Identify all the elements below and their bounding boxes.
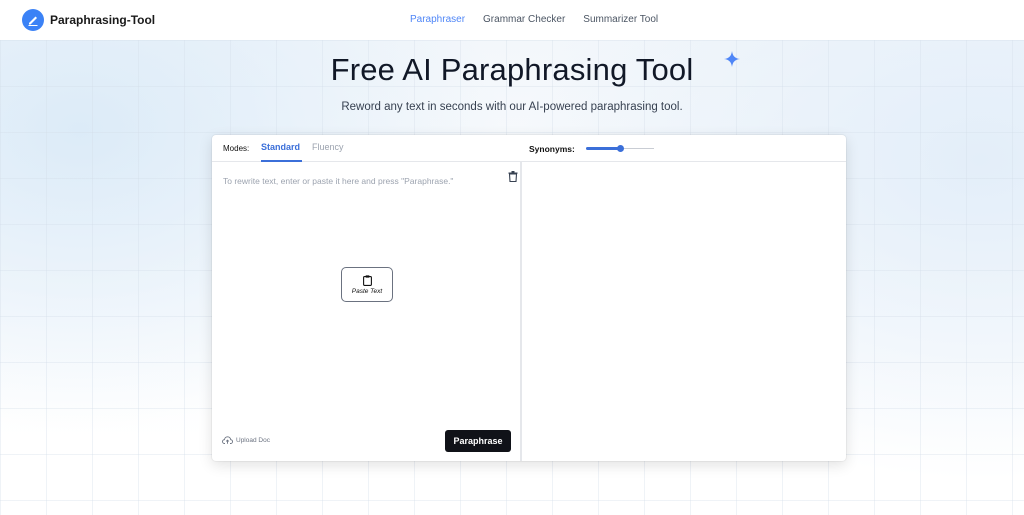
top-navbar: Paraphrasing-Tool Paraphraser Grammar Ch… [0, 0, 1024, 40]
paste-text-label: Paste Text [351, 287, 383, 295]
tab-fluency[interactable]: Fluency [312, 142, 344, 152]
upload-doc-label: Upload Doc [236, 436, 270, 444]
pencil-icon [22, 9, 44, 31]
nav-item-paraphraser[interactable]: Paraphraser [410, 14, 465, 25]
tab-standard[interactable]: Standard [261, 142, 300, 152]
paraphrase-button[interactable]: Paraphrase [445, 430, 511, 452]
slider-fill [586, 147, 620, 150]
upload-doc-button[interactable]: Upload Doc [222, 436, 270, 444]
clipboard-icon [362, 274, 372, 286]
nav-item-summarizer-tool[interactable]: Summarizer Tool [583, 14, 658, 25]
brand-name: Paraphrasing-Tool [50, 13, 156, 27]
trash-icon[interactable] [508, 171, 518, 182]
synonyms-label: Synonyms: [529, 144, 575, 154]
brand-logo[interactable]: Paraphrasing-Tool [22, 9, 155, 31]
slider-knob[interactable] [616, 145, 624, 152]
input-placeholder[interactable]: To rewrite text, enter or paste it here … [223, 176, 453, 186]
paraphraser-card: Modes: Standard Fluency Synonyms: To rew… [212, 135, 846, 461]
main-nav: Paraphraser Grammar Checker Summarizer T… [410, 14, 676, 25]
mode-toolbar: Modes: Standard Fluency Synonyms: [212, 135, 846, 162]
input-pane[interactable]: To rewrite text, enter or paste it here … [212, 162, 520, 461]
page-title: Free AI Paraphrasing Tool [330, 52, 694, 87]
modes-label: Modes: [223, 144, 250, 153]
sparkle-icon [724, 51, 740, 67]
paste-text-button[interactable]: Paste Text [341, 267, 393, 302]
page-subtitle: Reword any text in seconds with our AI-p… [341, 101, 683, 113]
cloud-upload-icon [222, 436, 233, 444]
output-pane [522, 162, 846, 461]
nav-item-grammar-checker[interactable]: Grammar Checker [483, 14, 565, 25]
synonyms-slider[interactable] [586, 145, 654, 152]
